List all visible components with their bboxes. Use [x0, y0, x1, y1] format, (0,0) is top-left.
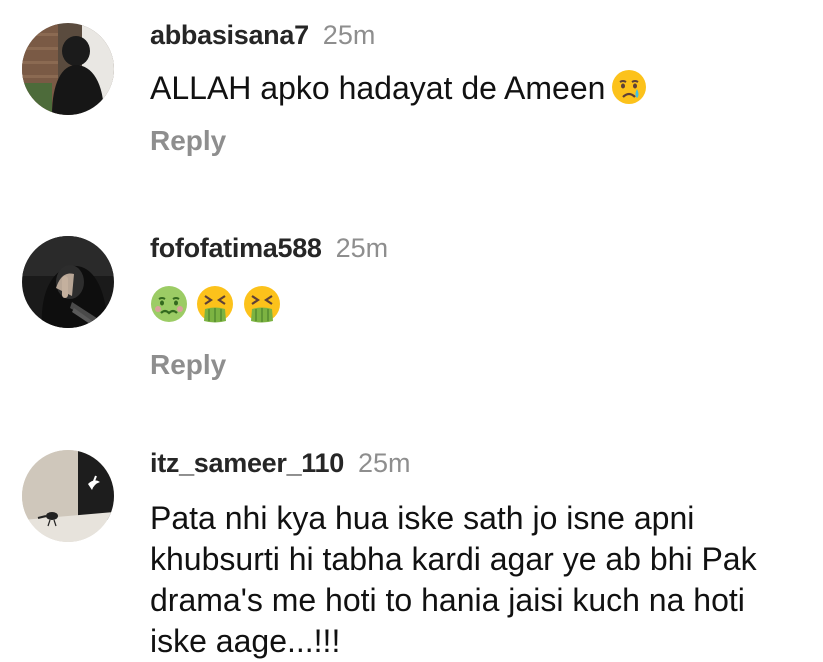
- reply-button[interactable]: Reply: [150, 125, 226, 157]
- comment-item: fofofatima588 25m Reply: [0, 214, 823, 414]
- nauseated-face-icon: [150, 285, 188, 323]
- avatar-image: [22, 236, 114, 328]
- avatar[interactable]: [22, 236, 114, 328]
- comment-username[interactable]: fofofatima588: [150, 233, 322, 263]
- vomiting-face-icon: [196, 285, 234, 323]
- comment-username[interactable]: abbasisana7: [150, 20, 309, 50]
- avatar[interactable]: [22, 23, 114, 115]
- vomiting-face-icon: [243, 285, 281, 323]
- avatar[interactable]: [22, 450, 114, 542]
- reply-button[interactable]: Reply: [150, 349, 226, 381]
- comment-username[interactable]: itz_sameer_110: [150, 448, 344, 478]
- comment-emoji-row: [150, 285, 807, 329]
- comment-timestamp: 25m: [322, 20, 376, 50]
- comment-body: ALLAH apko hadayat de Ameen: [150, 70, 606, 106]
- comment-timestamp: 25m: [357, 448, 411, 478]
- avatar-image: [22, 23, 114, 115]
- crying-face-icon: [611, 69, 647, 105]
- comment-timestamp: 25m: [335, 233, 389, 263]
- comment-item: abbasisana7 25m ALLAH apko hadayat de Ame…: [0, 0, 823, 200]
- comment-item: itz_sameer_110 25m Pata nhi kya hua iske …: [0, 432, 823, 660]
- comment-text: ALLAH apko hadayat de Ameen: [150, 68, 807, 109]
- avatar-image: [22, 450, 114, 542]
- comment-text: Pata nhi kya hua iske sath jo isne apni …: [150, 500, 757, 659]
